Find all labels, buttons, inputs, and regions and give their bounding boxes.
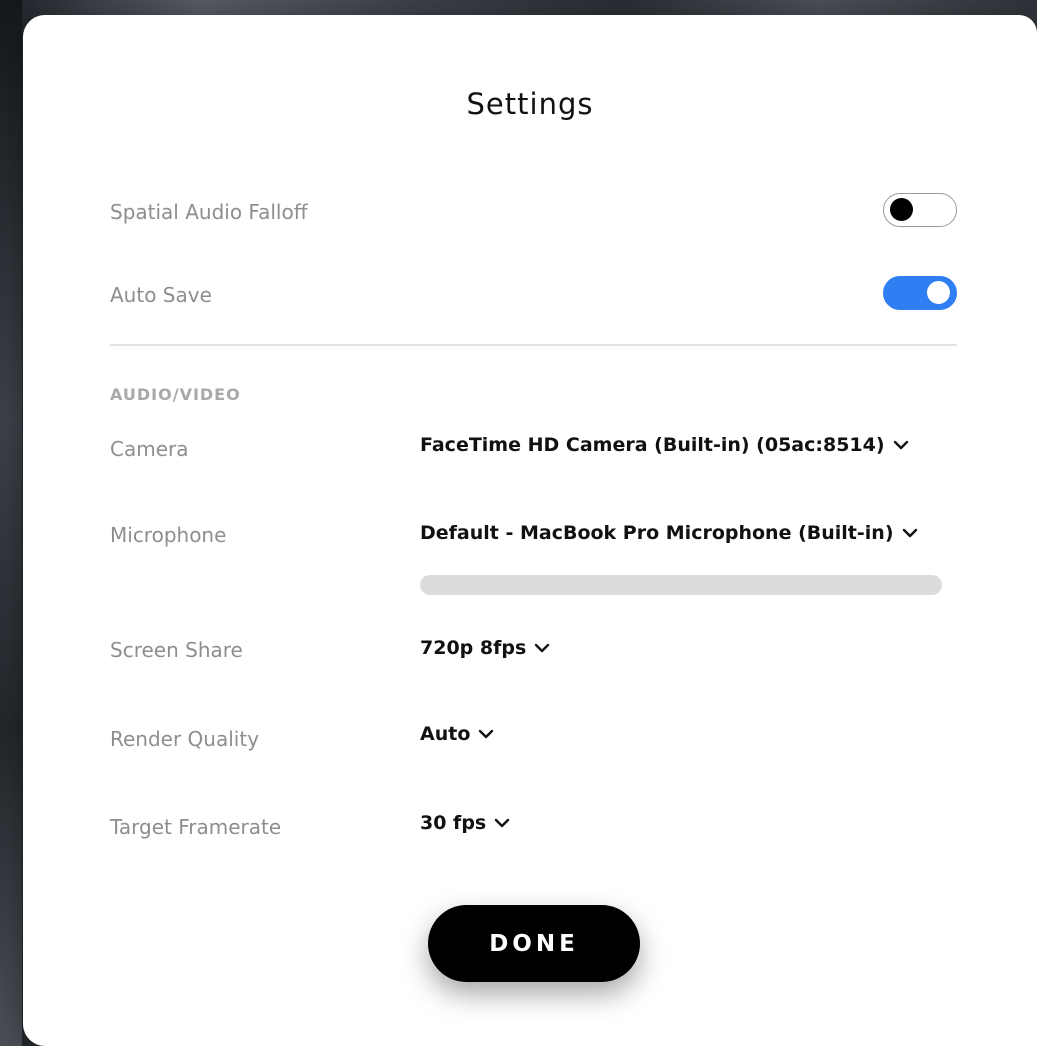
audio-video-section-header: AUDIO/VIDEO: [110, 385, 241, 404]
auto-save-toggle[interactable]: [883, 276, 957, 310]
microphone-level-meter: [420, 575, 942, 595]
toggle-knob: [927, 281, 950, 304]
render-quality-label: Render Quality: [110, 727, 260, 751]
render-quality-select-value: Auto: [420, 723, 471, 745]
screen-share-label: Screen Share: [110, 638, 243, 662]
chevron-down-icon: [534, 642, 550, 654]
spatial-audio-falloff-label: Spatial Audio Falloff: [110, 200, 308, 224]
dialog-title: Settings: [466, 87, 594, 121]
microphone-select[interactable]: Default - MacBook Pro Microphone (Built-…: [420, 522, 918, 544]
chevron-down-icon: [893, 439, 909, 451]
microphone-label: Microphone: [110, 523, 227, 547]
chevron-down-icon: [902, 527, 918, 539]
done-button[interactable]: DONE: [428, 905, 640, 982]
target-framerate-select[interactable]: 30 fps: [420, 812, 510, 834]
render-quality-select[interactable]: Auto: [420, 723, 494, 745]
screen-share-select[interactable]: 720p 8fps: [420, 637, 550, 659]
camera-select[interactable]: FaceTime HD Camera (Built-in) (05ac:8514…: [420, 434, 909, 456]
section-divider: [110, 344, 957, 346]
microphone-select-value: Default - MacBook Pro Microphone (Built-…: [420, 522, 894, 544]
target-framerate-select-value: 30 fps: [420, 812, 487, 834]
target-framerate-label: Target Framerate: [110, 815, 282, 839]
chevron-down-icon: [478, 728, 494, 740]
camera-label: Camera: [110, 437, 189, 461]
auto-save-label: Auto Save: [110, 283, 212, 307]
spatial-audio-falloff-toggle[interactable]: [883, 193, 957, 227]
settings-dialog: Settings Spatial Audio Falloff Auto Save…: [23, 15, 1037, 1046]
chevron-down-icon: [494, 817, 510, 829]
camera-select-value: FaceTime HD Camera (Built-in) (05ac:8514…: [420, 434, 885, 456]
screen-share-select-value: 720p 8fps: [420, 637, 527, 659]
toggle-knob: [890, 198, 913, 221]
